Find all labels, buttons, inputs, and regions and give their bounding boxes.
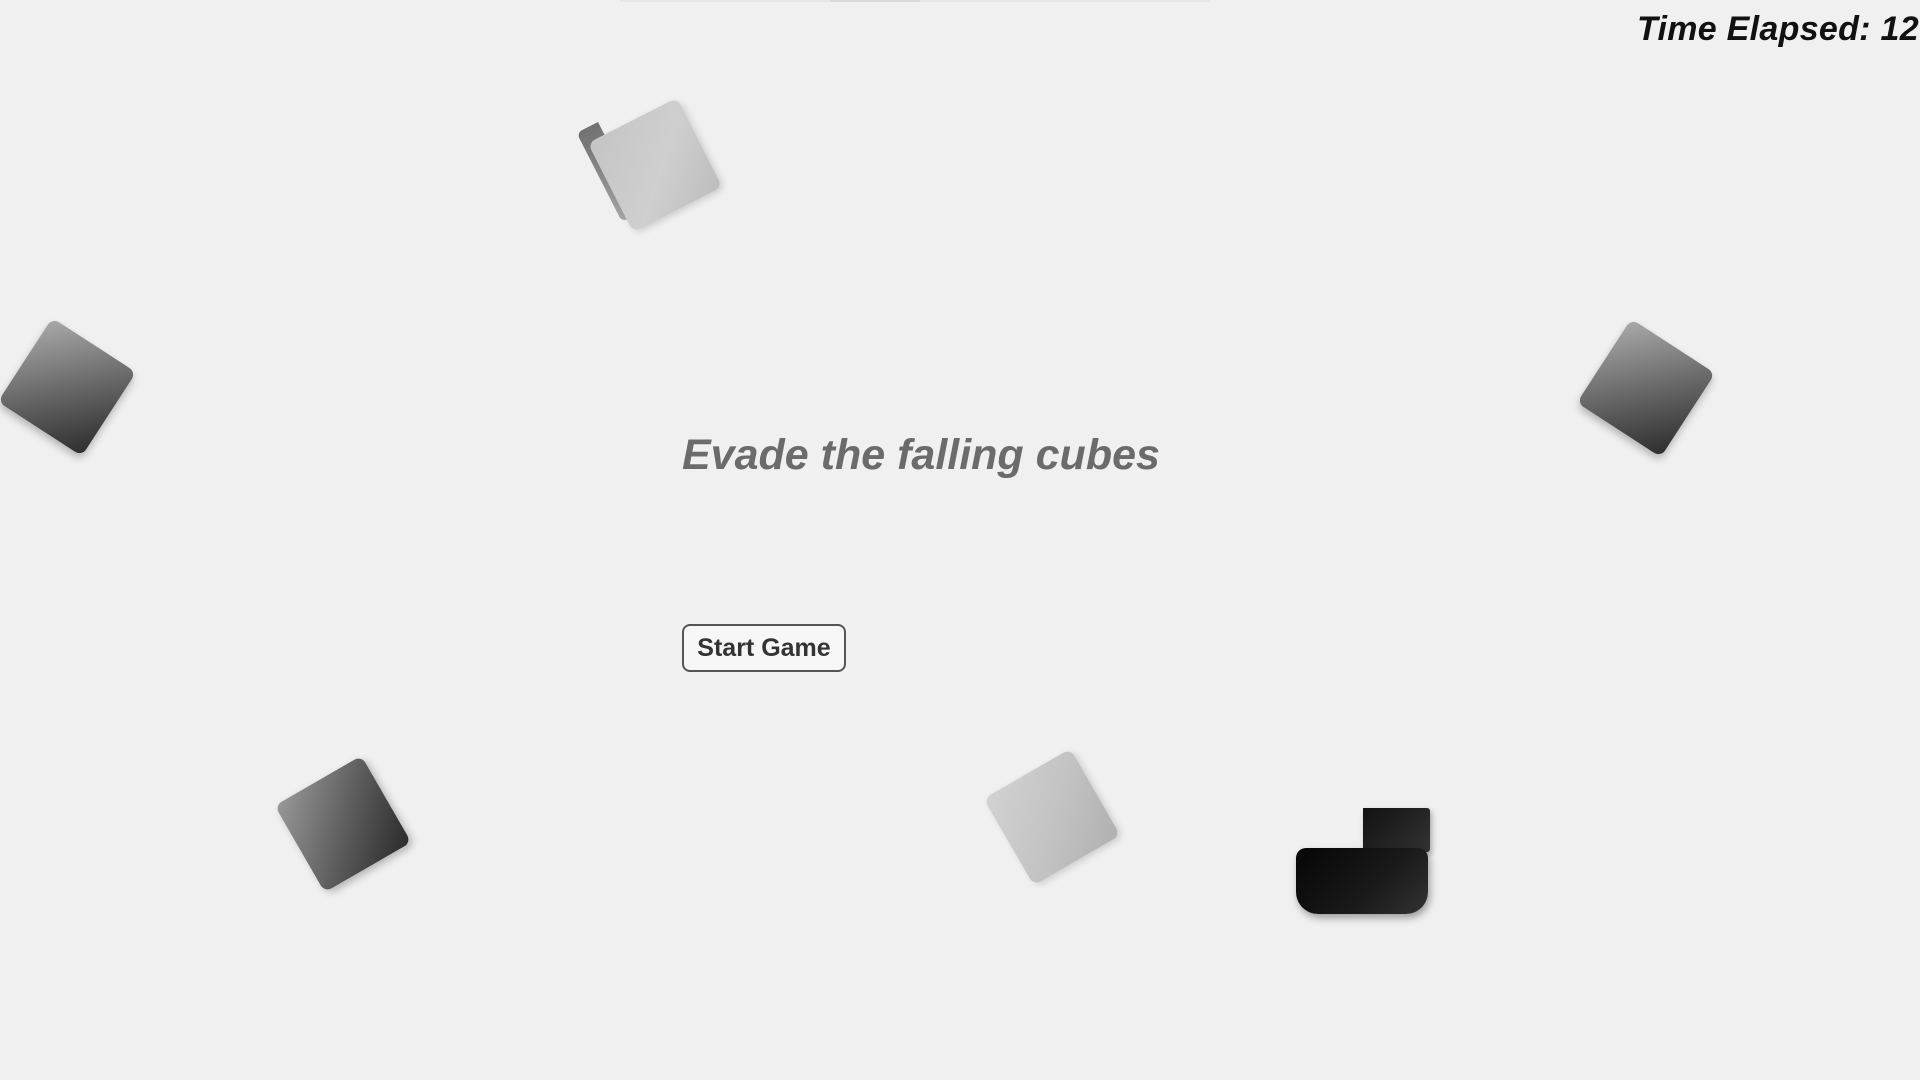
player-head [1363, 808, 1430, 852]
falling-cube [983, 748, 1121, 886]
start-game-button[interactable]: Start Game [682, 624, 846, 672]
falling-cube [274, 755, 412, 893]
top-edge-marker [830, 0, 920, 2]
time-elapsed-display: Time Elapsed: 12 [1637, 10, 1919, 48]
game-title: Evade the falling cubes [682, 431, 1160, 479]
player-character[interactable] [1296, 808, 1430, 914]
falling-cube [1576, 318, 1716, 458]
falling-cube [0, 317, 137, 457]
falling-cube [587, 97, 723, 233]
player-body [1296, 848, 1428, 914]
